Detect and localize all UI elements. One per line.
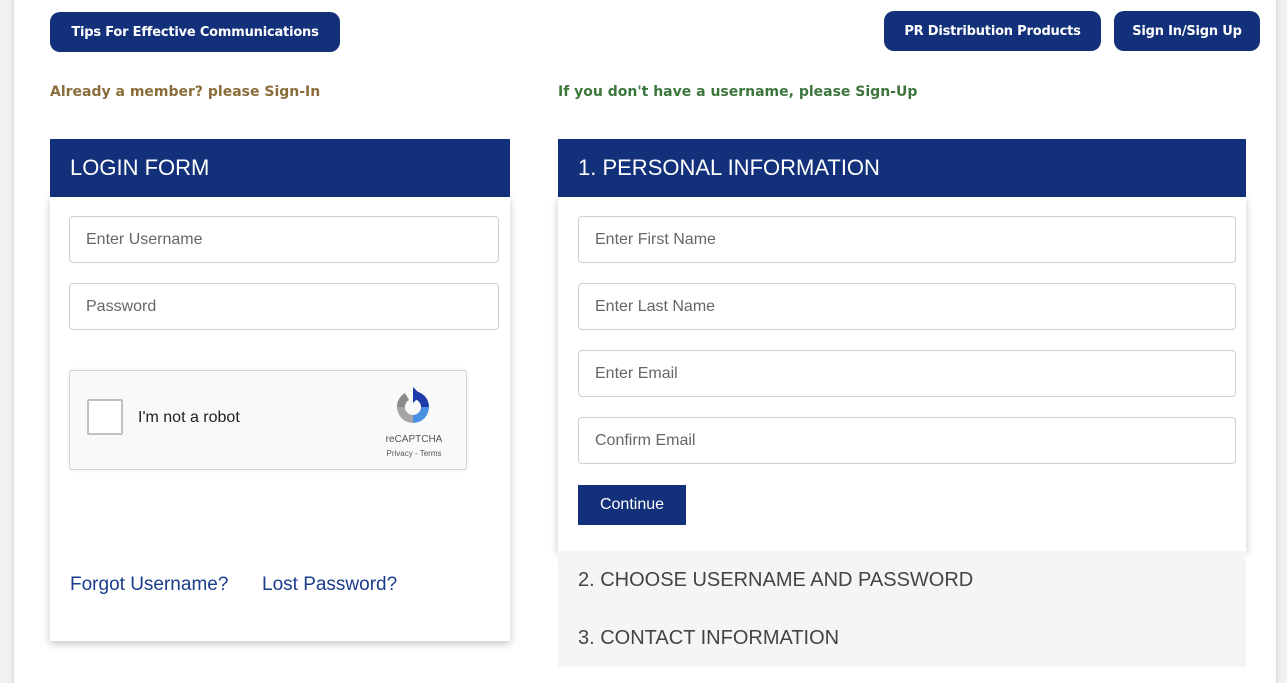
first-name-placeholder: Enter First Name (595, 230, 716, 248)
recaptcha-label: I'm not a robot (138, 409, 240, 426)
personal-information-title: 1. PERSONAL INFORMATION (578, 155, 880, 180)
password-placeholder: Password (86, 297, 157, 315)
confirm-email-placeholder: Confirm Email (595, 431, 696, 449)
step-contact-information[interactable]: 3. CONTACT INFORMATION (558, 609, 1246, 667)
recaptcha-logo-icon (396, 387, 429, 423)
forgot-username-link[interactable]: Forgot Username? (70, 574, 228, 596)
continue-button[interactable]: Continue (578, 485, 686, 525)
password-input[interactable]: Password (69, 283, 499, 330)
pr-distribution-products-button[interactable]: PR Distribution Products (884, 11, 1101, 51)
email-placeholder: Enter Email (595, 364, 678, 382)
email-input[interactable]: Enter Email (578, 350, 1236, 397)
signup-note: If you don't have a username, please Sig… (558, 84, 918, 100)
last-name-placeholder: Enter Last Name (595, 297, 716, 315)
username-input[interactable]: Enter Username (69, 216, 499, 263)
lost-password-link[interactable]: Lost Password? (262, 574, 397, 596)
recaptcha-widget: I'm not a robot reCAPTCHA Privacy - Term… (69, 370, 467, 470)
sign-in-sign-up-button[interactable]: Sign In/Sign Up (1114, 11, 1260, 51)
page: Tips For Effective Communications PR Dis… (14, 0, 1276, 683)
login-form-header: LOGIN FORM (50, 139, 510, 197)
member-note: Already a member? please Sign-In (50, 84, 321, 100)
tips-button[interactable]: Tips For Effective Communications (50, 12, 340, 52)
recaptcha-checkbox[interactable] (87, 399, 123, 435)
username-placeholder: Enter Username (86, 230, 203, 248)
login-form-title: LOGIN FORM (70, 155, 210, 180)
first-name-input[interactable]: Enter First Name (578, 216, 1236, 263)
step2-label: 2. CHOOSE USERNAME AND PASSWORD (578, 568, 974, 591)
recaptcha-privacy-terms[interactable]: Privacy - Terms (369, 449, 459, 458)
step-choose-username-password[interactable]: 2. CHOOSE USERNAME AND PASSWORD (558, 551, 1246, 609)
confirm-email-input[interactable]: Confirm Email (578, 417, 1236, 464)
personal-information-header[interactable]: 1. PERSONAL INFORMATION (558, 139, 1246, 197)
step3-label: 3. CONTACT INFORMATION (578, 626, 840, 649)
recaptcha-brand: reCAPTCHA (385, 434, 443, 445)
last-name-input[interactable]: Enter Last Name (578, 283, 1236, 330)
